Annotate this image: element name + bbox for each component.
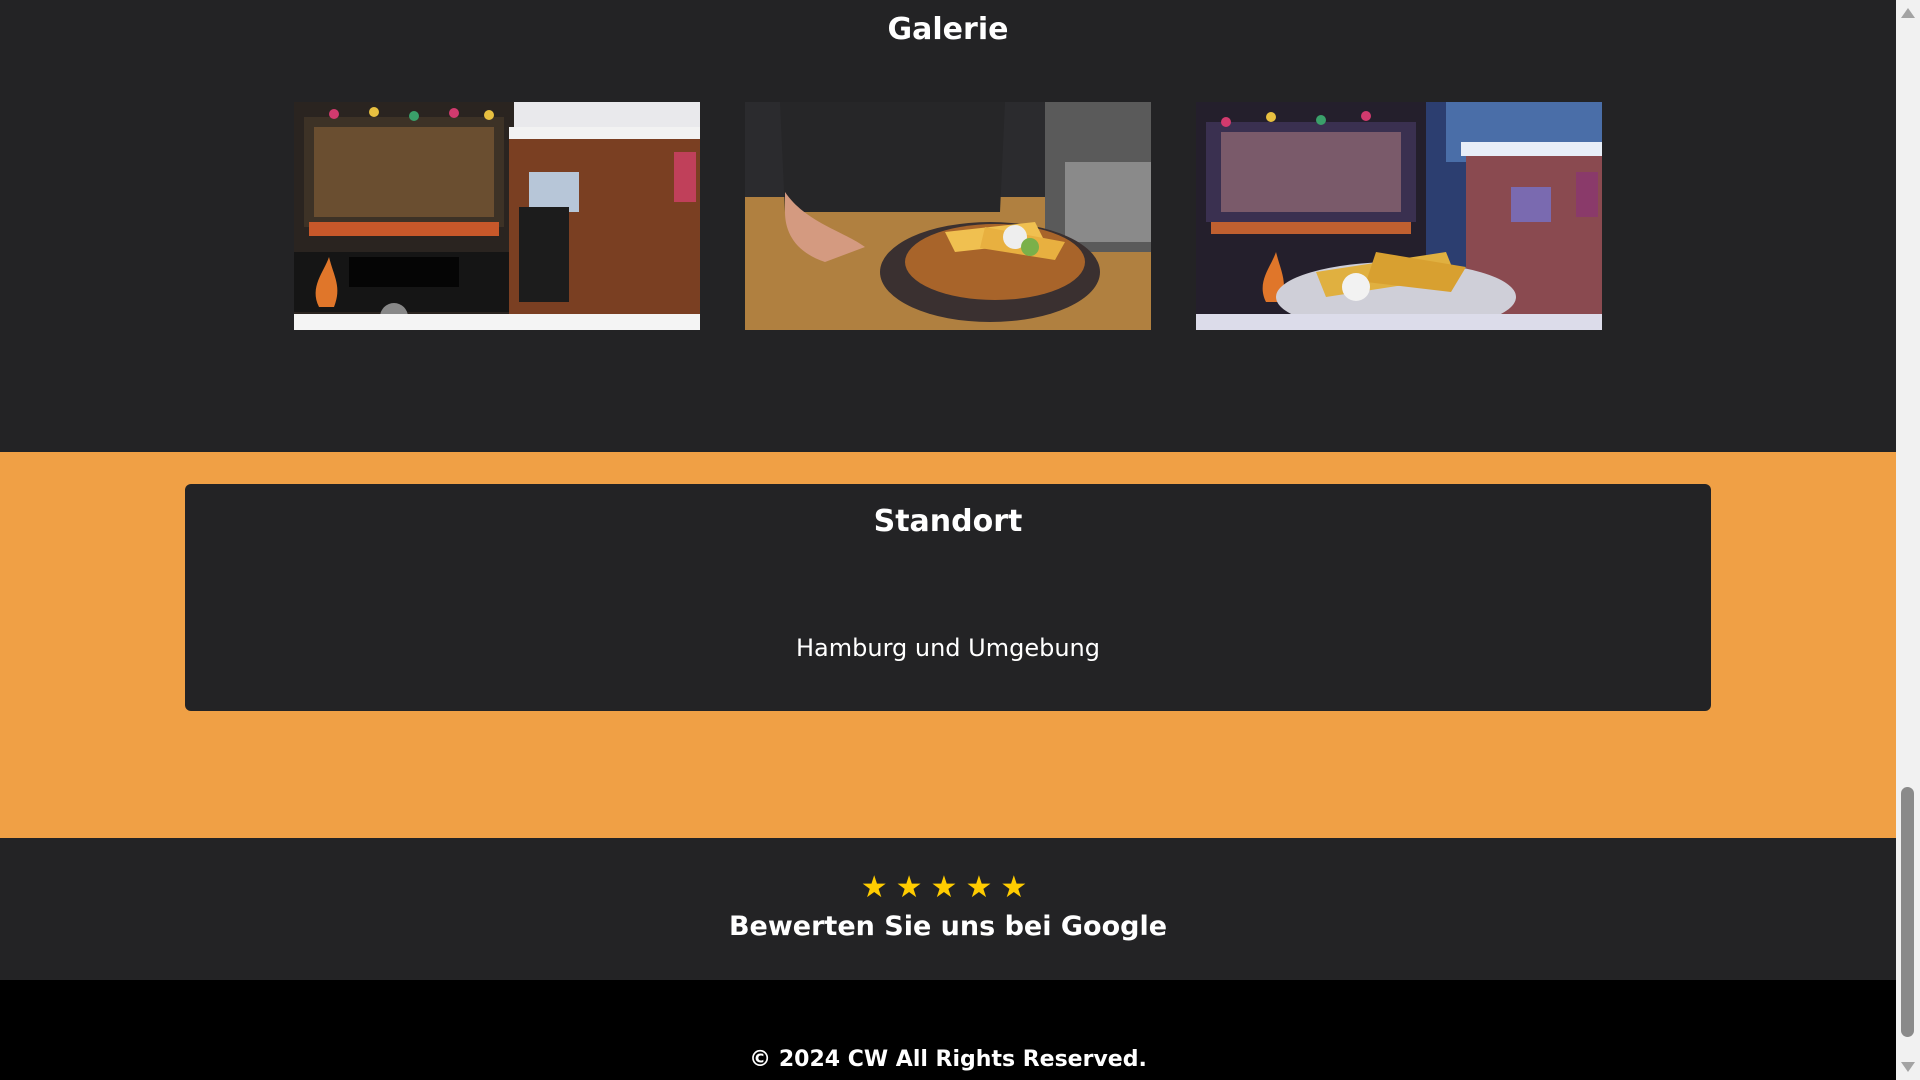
star-icon: ★ [895, 870, 931, 905]
gallery-title: Galerie [887, 12, 1009, 47]
scroll-down-arrow-icon[interactable] [1901, 1062, 1915, 1072]
gallery-image-1[interactable] [294, 102, 700, 330]
gallery-image-3[interactable] [1196, 102, 1602, 330]
gallery-image-2[interactable] [745, 102, 1151, 330]
gallery-section: Galerie [0, 0, 1896, 452]
star-icon: ★ [860, 870, 896, 905]
location-section: Standort Hamburg und Umgebung [0, 452, 1896, 838]
location-text: Hamburg und Umgebung [795, 634, 1100, 662]
rating-label: Bewerten Sie uns bei Google [728, 911, 1168, 942]
scroll-thumb[interactable] [1901, 787, 1914, 1037]
star-icon: ★ [965, 870, 1001, 905]
footer: © 2024 CW All Rights Reserved. [0, 980, 1896, 1080]
copyright-text: © 2024 CW All Rights Reserved. [749, 1047, 1147, 1072]
star-icon: ★ [930, 870, 966, 905]
scroll-up-arrow-icon[interactable] [1901, 8, 1915, 18]
google-rating-link[interactable]: ★★★★★ Bewerten Sie uns bei Google [0, 838, 1896, 980]
star-icon: ★ [1000, 870, 1036, 905]
page: Galerie Standort Hamburg und Umgebung ★★… [0, 0, 1896, 1080]
gallery-image-2-graphic [745, 102, 1151, 330]
vertical-scrollbar[interactable] [1896, 0, 1920, 1080]
rating-stars: ★★★★★ [0, 870, 1896, 905]
location-title: Standort [873, 504, 1023, 539]
location-card: Standort Hamburg und Umgebung [185, 484, 1711, 711]
gallery-image-1-graphic [294, 102, 700, 330]
gallery-image-3-graphic [1196, 102, 1602, 330]
